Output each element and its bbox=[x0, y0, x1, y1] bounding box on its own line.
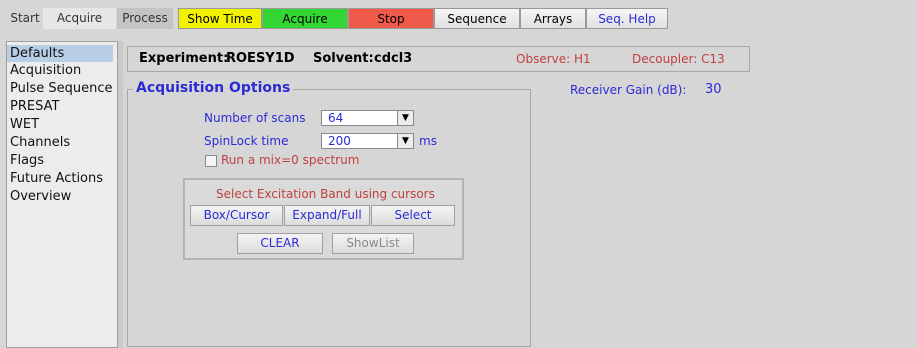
clear-button[interactable]: CLEAR bbox=[237, 233, 323, 254]
excitation-band-title: Select Excitation Band using cursors bbox=[216, 187, 435, 201]
acquire-button[interactable]: Acquire bbox=[262, 8, 348, 29]
acquisition-options-title: Acquisition Options bbox=[133, 80, 294, 96]
chevron-down-icon[interactable]: ▼ bbox=[397, 134, 413, 148]
stop-button[interactable]: Stop bbox=[348, 8, 434, 29]
mix-zero-label[interactable]: Run a mix=0 spectrum bbox=[221, 153, 359, 167]
solvent-label: Solvent: bbox=[313, 51, 374, 66]
sidebar: Defaults Acquisition Pulse Sequence PRES… bbox=[6, 41, 118, 348]
tab-process[interactable]: Process bbox=[117, 8, 173, 29]
select-button[interactable]: Select bbox=[371, 205, 455, 226]
sidebar-item-presat[interactable]: PRESAT bbox=[7, 98, 59, 115]
experiment-value: ROESY1D bbox=[226, 51, 295, 66]
top-toolbar: Start Acquire Process Show Time Acquire … bbox=[0, 0, 917, 33]
box-cursor-button[interactable]: Box/Cursor bbox=[190, 205, 283, 226]
observe-nucleus: Observe: H1 bbox=[516, 52, 591, 66]
tab-start[interactable]: Start bbox=[8, 8, 42, 29]
spinlock-unit: ms bbox=[419, 134, 437, 148]
sidebar-item-acquisition[interactable]: Acquisition bbox=[7, 62, 81, 79]
sidebar-item-pulse-sequence[interactable]: Pulse Sequence bbox=[7, 80, 113, 97]
number-of-scans-label: Number of scans bbox=[204, 111, 306, 125]
tab-acquire[interactable]: Acquire bbox=[43, 8, 116, 29]
solvent-value: cdcl3 bbox=[374, 51, 413, 66]
sidebar-item-flags[interactable]: Flags bbox=[7, 152, 44, 169]
number-of-scans-value: 64 bbox=[328, 111, 344, 125]
receiver-gain-label: Receiver Gain (dB): bbox=[570, 83, 687, 97]
sidebar-item-wet[interactable]: WET bbox=[7, 116, 39, 133]
arrays-button[interactable]: Arrays bbox=[520, 8, 586, 29]
spinlock-time-label: SpinLock time bbox=[204, 134, 289, 148]
chevron-down-icon[interactable]: ▼ bbox=[397, 111, 413, 125]
sidebar-item-overview[interactable]: Overview bbox=[7, 188, 71, 205]
sidebar-item-defaults[interactable]: Defaults bbox=[7, 45, 113, 62]
seq-help-button[interactable]: Seq. Help bbox=[586, 8, 668, 29]
panel-divider[interactable] bbox=[118, 41, 123, 348]
sidebar-item-channels[interactable]: Channels bbox=[7, 134, 70, 151]
show-list-button[interactable]: ShowList bbox=[332, 233, 414, 254]
sidebar-item-future-actions[interactable]: Future Actions bbox=[7, 170, 103, 187]
spinlock-time-value: 200 bbox=[328, 134, 351, 148]
receiver-gain-value: 30 bbox=[705, 82, 722, 97]
sequence-button[interactable]: Sequence bbox=[434, 8, 520, 29]
spinlock-time-select[interactable]: 200 ▼ bbox=[321, 133, 414, 149]
mix-zero-checkbox[interactable] bbox=[205, 155, 217, 167]
number-of-scans-select[interactable]: 64 ▼ bbox=[321, 110, 414, 126]
experiment-label: Experiment: bbox=[139, 51, 229, 66]
expand-full-button[interactable]: Expand/Full bbox=[284, 205, 370, 226]
show-time-button[interactable]: Show Time bbox=[178, 8, 262, 29]
decoupler-nucleus: Decoupler: C13 bbox=[632, 52, 725, 66]
